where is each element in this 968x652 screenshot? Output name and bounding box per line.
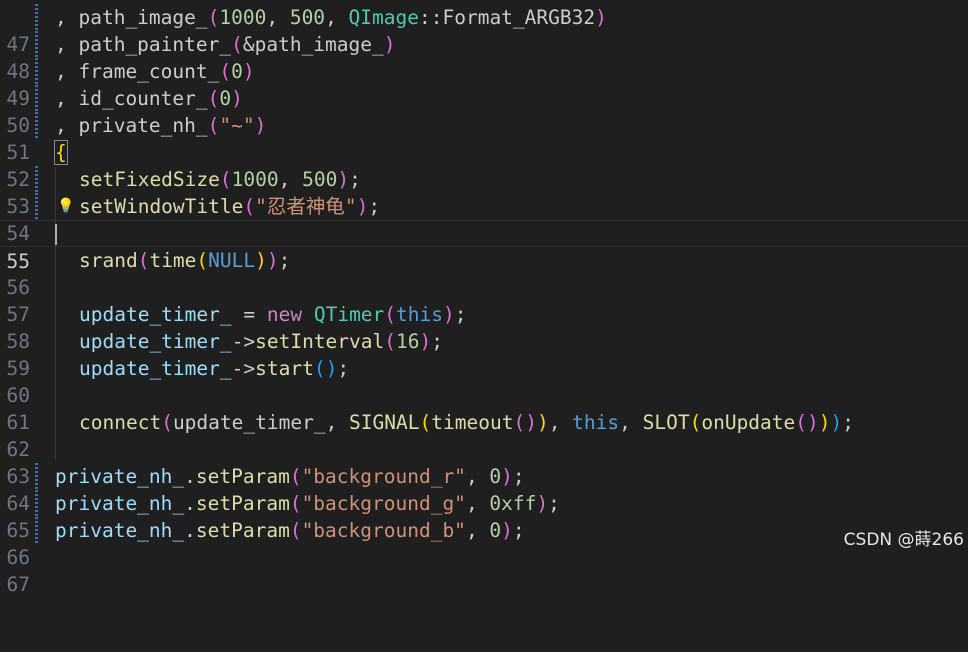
code-text: , path_painter_(&path_image_) [55,33,396,56]
code-line-63[interactable]: 63 [0,436,968,488]
modified-line-marker [35,193,38,220]
code-text: connect(update_timer_, SIGNAL(timeout())… [79,411,855,434]
watermark: CSDN @蒔266 [843,530,964,550]
code-text: update_timer_->start(); [79,357,350,380]
text-cursor [55,224,57,245]
code-line-62[interactable]: 62 connect(update_timer_, SIGNAL(timeout… [0,409,968,461]
code-line-51[interactable]: 51 , private_nh_("~") [0,112,968,164]
code-line-49[interactable]: 49 , frame_count_(0) [0,58,968,110]
code-text: private_nh_.setParam("background_b", 0); [55,519,525,542]
code-text: , private_nh_("~") [55,114,267,137]
lightbulb-icon[interactable]: 💡 [57,199,74,213]
code-line-56[interactable]: 56 srand(time(NULL)); [0,247,968,299]
code-text: update_timer_ = new QTimer(this); [79,303,467,326]
code-line-66[interactable]: 66 private_nh_.setParam("background_b", … [0,517,968,569]
code-line-53[interactable]: 53 setFixedSize(1000, 500); [0,166,968,218]
code-line-52[interactable]: 52 { [0,139,968,191]
code-line-60[interactable]: 60 update_timer_->start(); [0,355,968,407]
code-text: , id_counter_(0) [55,87,243,110]
code-text: , frame_count_(0) [55,60,255,83]
modified-line-marker [35,463,38,490]
modified-line-marker [35,517,38,544]
code-line-50[interactable]: 50 , id_counter_(0) [0,85,968,137]
code-line-57[interactable]: 57 [0,274,968,326]
code-line-58[interactable]: 58 update_timer_ = new QTimer(this); [0,301,968,353]
code-text: , path_image_(1000, 500, QImage::Format_… [55,6,607,29]
code-line-61[interactable]: 61 [0,382,968,434]
code-text: private_nh_.setParam("background_r", 0); [55,465,525,488]
modified-line-marker [35,85,38,112]
code-text: private_nh_.setParam("background_g", 0xf… [55,492,560,515]
code-text: srand(time(NULL)); [79,249,291,272]
code-line-59[interactable]: 59 update_timer_->setInterval(16); [0,328,968,380]
code-line-55[interactable]: 55 [0,220,968,273]
modified-line-marker [35,4,38,31]
matched-brace: { [54,140,68,165]
code-line-47[interactable]: 47 , path_image_(1000, 500, QImage::Form… [0,4,968,56]
modified-line-marker [35,31,38,58]
code-line-54[interactable]: 54 💡 setWindowTitle("忍者神龟"); [0,193,968,245]
code-line-64[interactable]: 64 private_nh_.setParam("background_r", … [0,463,968,515]
modified-line-marker [35,112,38,139]
code-text: setWindowTitle("忍者神龟"); [79,195,381,218]
code-editor[interactable]: 47 , path_image_(1000, 500, QImage::Form… [0,0,968,596]
modified-line-marker [35,58,38,85]
code-line-65[interactable]: 65 private_nh_.setParam("background_g", … [0,490,968,542]
code-text: update_timer_->setInterval(16); [79,330,443,353]
line-number: 67 [6,573,30,596]
modified-line-marker [35,166,38,193]
code-line-48[interactable]: 48 , path_painter_(&path_image_) [0,31,968,83]
code-text: setFixedSize(1000, 500); [79,168,361,191]
modified-line-marker [35,490,38,517]
code-text: { [54,139,68,166]
